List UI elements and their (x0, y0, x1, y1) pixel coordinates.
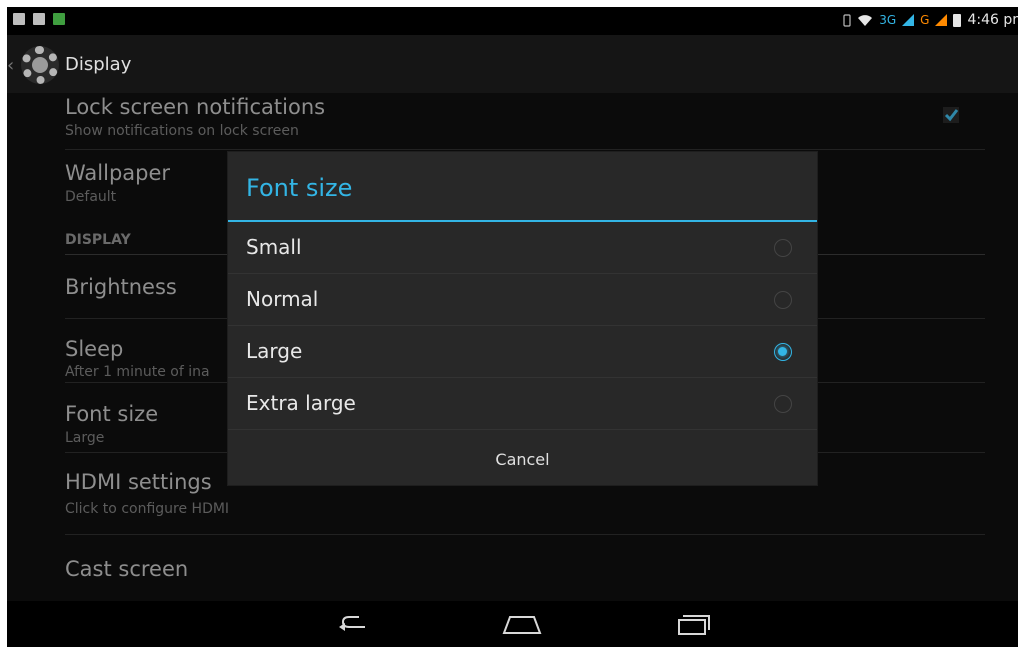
notification-icon (33, 13, 45, 25)
radio-button[interactable] (774, 239, 792, 257)
setting-title: HDMI settings (65, 470, 212, 494)
status-bar: 3G G 4:46 pr (7, 7, 1018, 35)
notification-icon (53, 13, 65, 25)
status-indicators: 3G G 4:46 pr (843, 12, 1018, 28)
notification-icon (13, 13, 25, 25)
cancel-button[interactable]: Cancel (228, 433, 817, 485)
setting-subtitle: Default (65, 189, 117, 205)
dialog-title: Font size (246, 174, 353, 202)
setting-title: Sleep (65, 337, 124, 361)
setting-subtitle: Show notifications on lock screen (65, 123, 299, 139)
setting-title: Font size (65, 402, 159, 426)
signal-icon (902, 14, 915, 26)
font-size-option-normal[interactable]: Normal (228, 274, 817, 326)
network-type-label: 3G (879, 13, 897, 27)
home-icon[interactable] (492, 609, 552, 639)
radio-button[interactable] (774, 291, 792, 309)
setting-title: Lock screen notifications (65, 95, 326, 119)
clock: 4:46 pr (967, 12, 1018, 28)
radio-button-selected[interactable] (774, 343, 792, 361)
option-label: Small (246, 235, 302, 259)
font-size-dialog: Font size Small Normal Large Extra large… (228, 152, 817, 485)
font-size-option-small[interactable]: Small (228, 222, 817, 274)
notification-icons (13, 13, 65, 25)
battery-icon (953, 13, 962, 27)
signal-icon (935, 14, 948, 26)
setting-subtitle: After 1 minute of ina (65, 364, 210, 380)
network-type-label: G (920, 13, 930, 27)
option-label: Extra large (246, 391, 356, 415)
back-icon[interactable] (319, 609, 379, 639)
option-label: Large (246, 339, 303, 363)
setting-subtitle: Click to configure HDMI (65, 501, 230, 517)
radio-button[interactable] (774, 395, 792, 413)
setting-lock-screen-notifications[interactable]: Lock screen notifications Show notificat… (65, 93, 985, 150)
up-navigation-icon[interactable]: ‹ (7, 55, 14, 76)
setting-title: Cast screen (65, 557, 189, 581)
font-size-option-extra-large[interactable]: Extra large (228, 378, 817, 430)
setting-subtitle: Large (65, 430, 105, 446)
font-size-option-large[interactable]: Large (228, 326, 817, 378)
wifi-icon (858, 14, 873, 26)
action-bar: ‹ Display (7, 35, 1018, 93)
setting-cast-screen[interactable]: Cast screen (65, 535, 985, 601)
recents-icon[interactable] (663, 609, 723, 639)
vibrate-icon (843, 13, 851, 27)
setting-title: Brightness (65, 275, 177, 299)
setting-title: Wallpaper (65, 161, 171, 185)
option-label: Normal (246, 287, 319, 311)
page-title: Display (65, 54, 132, 75)
android-screen: 3G G 4:46 pr ‹ Display Lock screen notif… (7, 7, 1018, 647)
gear-icon[interactable] (21, 46, 59, 84)
section-header-display: DISPLAY (65, 232, 131, 248)
navigation-bar (7, 601, 1018, 647)
checkbox-checked-icon[interactable] (943, 107, 959, 123)
